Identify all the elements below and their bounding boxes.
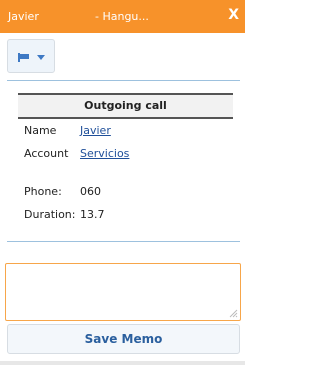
chevron-down-icon	[37, 55, 45, 60]
call-info-table: Outgoing call	[18, 93, 233, 119]
separator	[7, 80, 240, 81]
flag-dropdown-button[interactable]	[7, 39, 55, 73]
window-titlebar: Javier - Hangu... X	[0, 0, 245, 33]
duration-value: 13.7	[80, 208, 105, 221]
save-memo-button[interactable]: Save Memo	[7, 324, 240, 354]
account-link[interactable]: Servicios	[80, 147, 129, 160]
name-link[interactable]: Javier	[80, 124, 111, 137]
phone-label: Phone:	[24, 185, 62, 198]
window-title-status: - Hangu...	[95, 10, 149, 23]
window-title-contact: Javier	[8, 10, 39, 23]
phone-value: 060	[80, 185, 101, 198]
duration-label: Duration:	[24, 208, 76, 221]
close-button[interactable]: X	[228, 7, 239, 23]
call-info-header: Outgoing call	[18, 93, 233, 119]
bottom-edge	[0, 361, 245, 365]
name-label: Name	[24, 124, 57, 137]
resize-grip-icon[interactable]	[228, 308, 238, 318]
separator	[7, 241, 240, 242]
account-label: Account	[24, 147, 69, 160]
flag-icon	[18, 53, 29, 62]
memo-textarea[interactable]	[5, 263, 241, 321]
